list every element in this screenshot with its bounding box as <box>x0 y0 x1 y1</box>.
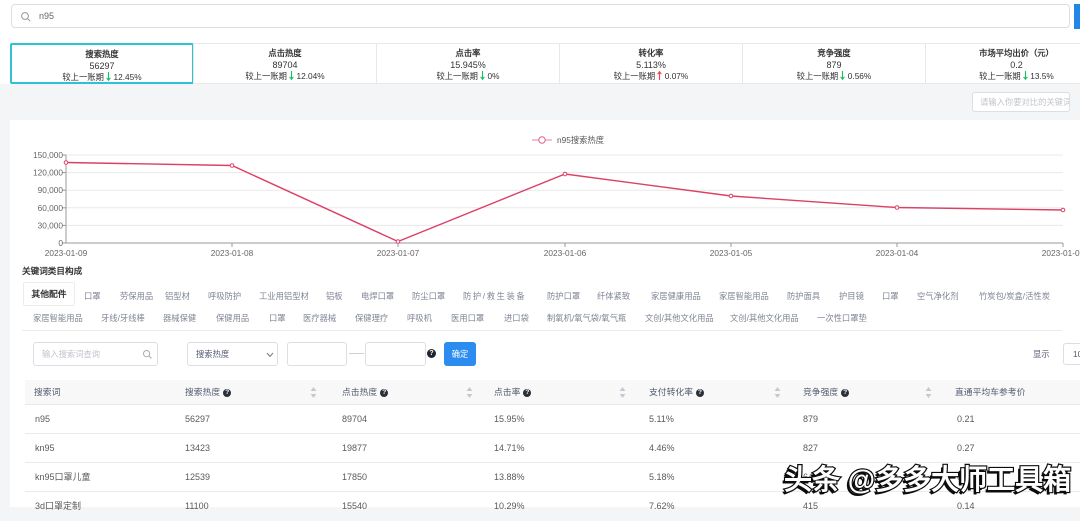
svg-text:30,000: 30,000 <box>38 220 64 230</box>
svg-text:n95搜索热度: n95搜索热度 <box>557 135 604 145</box>
svg-text:150,000: 150,000 <box>33 150 63 160</box>
svg-text:60,000: 60,000 <box>38 203 64 213</box>
svg-text:2023-01-05: 2023-01-05 <box>710 248 753 258</box>
svg-text:2023-01-08: 2023-01-08 <box>211 248 254 258</box>
svg-text:0: 0 <box>58 238 63 248</box>
svg-text:2023-01-07: 2023-01-07 <box>377 248 420 258</box>
svg-text:120,000: 120,000 <box>33 168 63 178</box>
svg-text:2023-01-09: 2023-01-09 <box>45 248 88 258</box>
svg-text:2023-01-04: 2023-01-04 <box>876 248 919 258</box>
svg-text:90,000: 90,000 <box>38 185 64 195</box>
svg-text:2023-01-06: 2023-01-06 <box>544 248 587 258</box>
svg-text:2023-01-03: 2023-01-03 <box>1042 248 1080 258</box>
